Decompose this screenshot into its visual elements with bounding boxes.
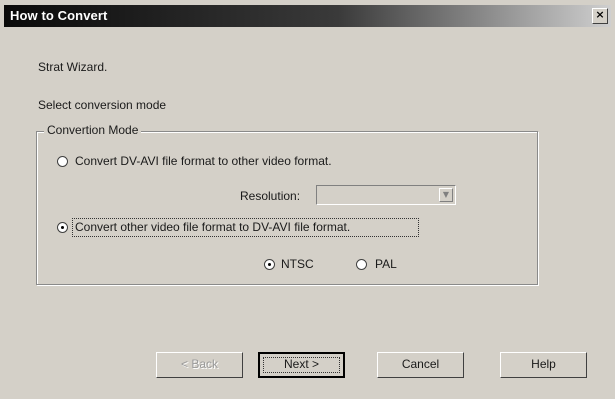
next-button[interactable]: Next > (258, 352, 345, 378)
instruction-text: Select conversion mode (38, 98, 167, 112)
resolution-select[interactable]: ▼ (316, 185, 456, 205)
radio-dv-to-other[interactable] (57, 156, 68, 167)
radio-pal[interactable] (356, 259, 367, 270)
help-button[interactable]: Help (500, 352, 587, 378)
back-button[interactable]: < Back (156, 352, 243, 378)
resolution-label: Resolution: (240, 189, 301, 203)
radio-pal-label[interactable]: PAL (375, 257, 397, 271)
radio-other-to-dv-label[interactable]: Convert other video file format to DV-AV… (75, 220, 350, 234)
radio-other-to-dv[interactable] (57, 222, 68, 233)
wizard-heading: Strat Wizard. (38, 60, 108, 74)
back-button-label: < Back (180, 357, 219, 371)
next-focus-rectangle (263, 357, 340, 373)
radio-dv-to-other-label[interactable]: Convert DV-AVI file format to other vide… (75, 154, 332, 168)
title-bar[interactable]: How to Convert × (4, 5, 611, 27)
help-button-label: Help (531, 357, 556, 371)
close-icon: × (595, 8, 605, 21)
cancel-button[interactable]: Cancel (377, 352, 464, 378)
close-button[interactable]: × (592, 8, 608, 24)
window-title: How to Convert (10, 8, 108, 23)
conversion-mode-group-label: Convertion Mode (44, 123, 142, 137)
chevron-down-icon[interactable]: ▼ (439, 188, 453, 202)
how-to-convert-dialog: How to Convert × Strat Wizard. Select co… (0, 0, 615, 399)
cancel-button-label: Cancel (401, 357, 440, 371)
radio-ntsc[interactable] (264, 259, 275, 270)
radio-ntsc-label[interactable]: NTSC (281, 257, 314, 271)
